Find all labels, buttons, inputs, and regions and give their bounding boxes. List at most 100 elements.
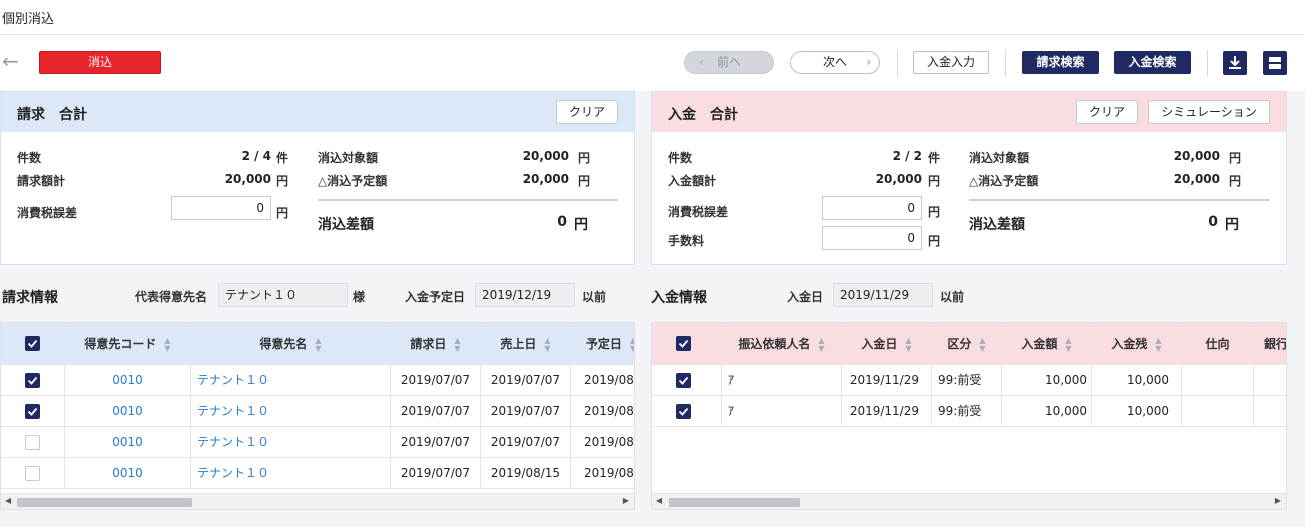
customer-name-cell[interactable]: テナント１０: [191, 396, 391, 427]
download-icon[interactable]: [1223, 51, 1247, 75]
scroll-thumb[interactable]: [17, 498, 192, 507]
scroll-thumb[interactable]: [669, 498, 800, 507]
back-arrow-icon[interactable]: ←: [2, 51, 19, 71]
payment-info-title: 入金情報: [651, 290, 707, 306]
checkbox-cell: [652, 365, 722, 396]
count-label: 件数: [668, 151, 693, 165]
select-all-checkbox[interactable]: [25, 336, 40, 351]
planned-amount-label: △消込予定額: [318, 174, 388, 188]
row-checkbox[interactable]: [25, 435, 40, 450]
row-checkbox[interactable]: [25, 466, 40, 481]
chevron-left-icon: ‹: [699, 55, 704, 69]
due-date-cell: 2019/08/: [584, 435, 635, 449]
payment-date-field[interactable]: 2019/11/29: [833, 283, 933, 307]
remaining-cell: 10,000: [1092, 396, 1182, 427]
rep-customer-field[interactable]: テナント１０: [218, 283, 348, 307]
col-header-bank[interactable]: 銀行: [1254, 323, 1286, 365]
payer-name-cell: ｱ: [722, 365, 842, 396]
due-date-cell: 2019/08/: [584, 466, 635, 480]
table-row[interactable]: 0010 テナント１０ 2019/07/07 2019/07/07 2019/08/: [1, 427, 635, 458]
scroll-left-icon[interactable]: ◀: [5, 496, 11, 505]
fee-label: 手数料: [668, 234, 705, 248]
customer-code-cell[interactable]: 0010: [65, 396, 191, 427]
sales-date-cell: 2019/07/07: [481, 365, 571, 396]
table-row[interactable]: ｱ 2019/11/29 99:前受 10,000 10,000: [652, 365, 1286, 396]
invoice-clear-button[interactable]: クリア: [556, 100, 618, 124]
sort-icon: ▲▼: [630, 336, 634, 353]
sales-date-cell: 2019/08/15: [481, 458, 571, 489]
scroll-right-icon[interactable]: ▶: [623, 496, 629, 505]
row-checkbox[interactable]: [676, 404, 691, 419]
tax-diff-unit: 円: [276, 206, 289, 220]
payment-search-button[interactable]: 入金検索: [1114, 51, 1191, 74]
divider: [969, 199, 1270, 201]
amount-cell: 10,000: [1002, 396, 1092, 427]
count-unit: 件: [928, 151, 941, 165]
col-header-payment-date[interactable]: 入金日 ▲ ▼: [842, 323, 932, 365]
row-checkbox[interactable]: [25, 404, 40, 419]
rep-customer-label: 代表得意先名: [135, 290, 208, 304]
col-header-invoice-date[interactable]: 請求日 ▲ ▼: [391, 323, 481, 365]
horizontal-scrollbar[interactable]: ◀ ▶: [652, 493, 1286, 509]
customer-code-cell[interactable]: 0010: [65, 365, 191, 396]
payment-clear-button[interactable]: クリア: [1076, 100, 1138, 124]
row-checkbox[interactable]: [25, 373, 40, 388]
col-header-category[interactable]: 区分 ▲ ▼: [932, 323, 1002, 365]
toolbar: ← 消込 ‹ 前へ 次へ › 入金入力 請求検索 入金検索: [0, 35, 1305, 91]
select-all-checkbox[interactable]: [676, 336, 691, 351]
table-row[interactable]: 0010 テナント１０ 2019/07/07 2019/07/07 2019/08/: [1, 365, 634, 396]
customer-code-cell[interactable]: 0010: [65, 427, 191, 458]
table-row[interactable]: ｱ 2019/11/29 99:前受 10,000 10,000: [652, 396, 1286, 427]
sort-icon: ▲▼: [905, 335, 912, 353]
invoice-table: 得意先コード▲▼ 得意先名▲▼ 請求日▲▼ 売上日▲▼ 予定日▲▼ 0010テナ…: [0, 322, 635, 510]
tax-diff-input[interactable]: 0: [822, 196, 922, 220]
sort-icon: ▲▼: [1155, 335, 1162, 353]
scroll-left-icon[interactable]: ◀: [656, 496, 662, 505]
col-header-payer-name[interactable]: 振込依頼人名 ▲ ▼: [722, 323, 842, 365]
simulation-button[interactable]: シミュレーション: [1148, 100, 1270, 124]
tax-diff-input[interactable]: 0: [171, 196, 271, 220]
category-cell: 99:前受: [932, 365, 1002, 396]
col-header-amount[interactable]: 入金額 ▲ ▼: [1002, 323, 1092, 365]
invoice-search-button[interactable]: 請求検索: [1022, 51, 1099, 74]
fee-input[interactable]: 0: [822, 226, 922, 250]
reconcile-button[interactable]: 消込: [39, 51, 161, 74]
row-checkbox[interactable]: [676, 373, 691, 388]
table-row[interactable]: 0010 テナント１０ 2019/07/07 2019/08/15 2019/08/: [1, 458, 635, 489]
category-cell: 99:前受: [932, 396, 1002, 427]
diff-unit: 円: [574, 217, 588, 233]
payment-summary-panel: 入金 合計 クリア シミュレーション 件数 2 / 2 件 入金額計 20,00…: [651, 91, 1287, 265]
col-header-customer-name[interactable]: 得意先名 ▲ ▼: [191, 323, 391, 365]
col-header-sales-date[interactable]: 売上日 ▲ ▼: [481, 323, 571, 365]
customer-name-cell[interactable]: テナント１０: [191, 458, 391, 489]
remaining-cell: 10,000: [1092, 365, 1182, 396]
prev-button[interactable]: ‹ 前へ: [684, 51, 774, 74]
table-row[interactable]: 0010 テナント１０ 2019/07/07 2019/07/07 2019/08/: [1, 396, 634, 427]
col-header-destination[interactable]: 仕向: [1182, 323, 1254, 365]
invoice-date-cell: 2019/07/07: [391, 458, 481, 489]
amount-cell: 10,000: [1002, 365, 1092, 396]
count-value: 2 / 4: [241, 149, 271, 163]
customer-name-cell[interactable]: テナント１０: [191, 427, 391, 458]
col-header-customer-code[interactable]: 得意先コード ▲ ▼: [65, 323, 191, 365]
horizontal-scrollbar[interactable]: ◀ ▶: [1, 493, 634, 509]
next-button[interactable]: 次へ ›: [790, 51, 880, 74]
scroll-right-icon[interactable]: ▶: [1275, 496, 1281, 505]
layout-split-icon[interactable]: [1263, 51, 1287, 75]
planned-amount-unit: 円: [1229, 174, 1242, 188]
table-header: 振込依頼人名 ▲ ▼ 入金日 ▲ ▼ 区分 ▲ ▼ 入金額 ▲ ▼ 入金残 ▲ ▼ 仕向 銀行: [652, 323, 1286, 365]
target-amount-value: 20,000: [1173, 149, 1220, 163]
customer-code-cell[interactable]: 0010: [65, 458, 191, 489]
bank-cell: [1254, 396, 1286, 427]
sort-icon: ▲▼: [454, 335, 461, 353]
col-header-due-date[interactable]: 予定日▲▼: [571, 323, 634, 365]
divider: [318, 199, 618, 201]
col-header-remaining[interactable]: 入金残 ▲ ▼: [1092, 323, 1182, 365]
invoice-summary-header: 請求 合計 クリア: [1, 92, 634, 132]
planned-amount-value: 20,000: [1173, 172, 1220, 186]
customer-name-cell[interactable]: テナント１０: [191, 365, 391, 396]
due-date-field[interactable]: 2019/12/19: [475, 283, 575, 307]
diff-value: 0: [1208, 214, 1218, 230]
diff-label: 消込差額: [969, 217, 1025, 233]
payment-input-button[interactable]: 入金入力: [913, 51, 989, 74]
